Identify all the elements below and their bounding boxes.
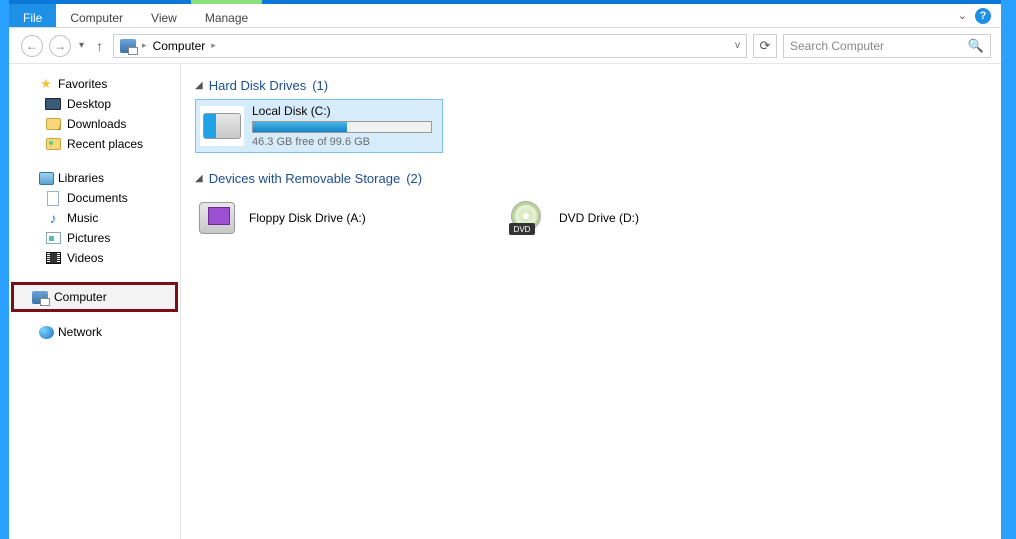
sidebar-item-videos[interactable]: Videos — [9, 248, 180, 268]
sidebar-item-documents[interactable]: Documents — [9, 188, 180, 208]
explorer-window: File Computer View Manage ⌄ ? ← → ▾ ↑ ▸ … — [9, 0, 1001, 539]
favorites-group: ★ Favorites Desktop Downloads Recent pla… — [9, 74, 180, 154]
sidebar-item-label: Computer — [54, 290, 107, 304]
music-icon: ♪ — [45, 210, 61, 226]
recent-locations-icon[interactable]: ▾ — [77, 40, 86, 51]
sidebar-item-label: Recent places — [67, 137, 143, 151]
address-bar[interactable]: ▸ Computer ▸ v — [113, 34, 747, 58]
favorites-header[interactable]: ★ Favorites — [9, 74, 180, 94]
search-input[interactable] — [790, 39, 960, 53]
computer-icon — [32, 291, 48, 304]
desktop-icon — [45, 98, 61, 110]
recent-places-icon — [46, 138, 61, 150]
sidebar-item-downloads[interactable]: Downloads — [9, 114, 180, 134]
breadcrumb-separator-icon[interactable]: ▸ — [142, 40, 147, 51]
libraries-header[interactable]: Libraries — [9, 168, 180, 188]
breadcrumb-location[interactable]: Computer — [153, 39, 206, 53]
search-icon[interactable]: 🔍 — [968, 38, 984, 54]
downloads-icon — [46, 118, 61, 130]
sidebar-item-label: Network — [58, 325, 102, 339]
address-history-icon[interactable]: v — [735, 40, 740, 51]
tab-computer[interactable]: Computer — [56, 4, 137, 27]
videos-icon — [46, 252, 61, 264]
refresh-button[interactable]: ⟳ — [753, 34, 777, 58]
drive-local-disk-c[interactable]: Local Disk (C:) 46.3 GB free of 99.6 GB — [195, 99, 443, 153]
ribbon-tabs: File Computer View Manage ⌄ ? — [9, 4, 1001, 28]
network-icon — [39, 326, 54, 339]
sidebar-item-label: Desktop — [67, 97, 111, 111]
collapse-icon[interactable]: ◢ — [195, 80, 203, 91]
sidebar-item-computer[interactable]: Computer — [11, 282, 178, 312]
ribbon-minimize-icon[interactable]: ⌄ — [958, 9, 967, 22]
libraries-label: Libraries — [58, 171, 104, 185]
sidebar-item-music[interactable]: ♪ Music — [9, 208, 180, 228]
back-button[interactable]: ← — [21, 35, 43, 57]
section-count: (1) — [312, 78, 328, 93]
sidebar-item-recent-places[interactable]: Recent places — [9, 134, 180, 154]
drive-name: Local Disk (C:) — [252, 104, 438, 118]
floppy-drive-icon — [199, 202, 235, 234]
tab-manage[interactable]: Manage — [191, 4, 262, 27]
star-icon: ★ — [38, 76, 54, 92]
hard-drive-icon — [203, 113, 241, 139]
section-title: Hard Disk Drives — [209, 78, 307, 93]
help-icon[interactable]: ? — [975, 8, 991, 24]
breadcrumb-separator-icon[interactable]: ▸ — [211, 40, 216, 51]
navigation-pane: ★ Favorites Desktop Downloads Recent pla… — [9, 64, 181, 539]
sidebar-item-label: Videos — [67, 251, 103, 265]
sidebar-item-network[interactable]: Network — [9, 322, 180, 342]
hdd-section-header[interactable]: ◢ Hard Disk Drives (1) — [195, 74, 987, 99]
section-title: Devices with Removable Storage — [209, 171, 400, 186]
sidebar-item-label: Music — [67, 211, 98, 225]
device-label: Floppy Disk Drive (A:) — [249, 211, 366, 225]
collapse-icon[interactable]: ◢ — [195, 173, 203, 184]
dvd-drive-icon: DVD — [509, 201, 545, 235]
pictures-icon — [46, 232, 61, 244]
sidebar-item-label: Pictures — [67, 231, 110, 245]
sidebar-item-desktop[interactable]: Desktop — [9, 94, 180, 114]
navigation-bar: ← → ▾ ↑ ▸ Computer ▸ v ⟳ 🔍 — [9, 28, 1001, 64]
sidebar-item-label: Downloads — [67, 117, 126, 131]
sidebar-item-pictures[interactable]: Pictures — [9, 228, 180, 248]
removable-section-header[interactable]: ◢ Devices with Removable Storage (2) — [195, 167, 987, 192]
search-box[interactable]: 🔍 — [783, 34, 991, 58]
libraries-group: Libraries Documents ♪ Music Pictures Vid… — [9, 168, 180, 268]
computer-icon — [120, 39, 136, 53]
forward-button[interactable]: → — [49, 35, 71, 57]
drive-free-text: 46.3 GB free of 99.6 GB — [252, 136, 438, 148]
drive-floppy-a[interactable]: Floppy Disk Drive (A:) — [195, 198, 445, 238]
favorites-label: Favorites — [58, 77, 107, 91]
capacity-bar — [252, 121, 432, 133]
drive-dvd-d[interactable]: DVD DVD Drive (D:) — [505, 198, 755, 238]
tab-view[interactable]: View — [137, 4, 191, 27]
file-tab[interactable]: File — [9, 4, 56, 27]
documents-icon — [47, 191, 59, 206]
device-label: DVD Drive (D:) — [559, 211, 639, 225]
up-button[interactable]: ↑ — [92, 38, 107, 54]
content-pane: ◢ Hard Disk Drives (1) Local Disk (C:) 4… — [181, 64, 1001, 539]
section-count: (2) — [406, 171, 422, 186]
sidebar-item-label: Documents — [67, 191, 128, 205]
libraries-icon — [39, 172, 54, 185]
